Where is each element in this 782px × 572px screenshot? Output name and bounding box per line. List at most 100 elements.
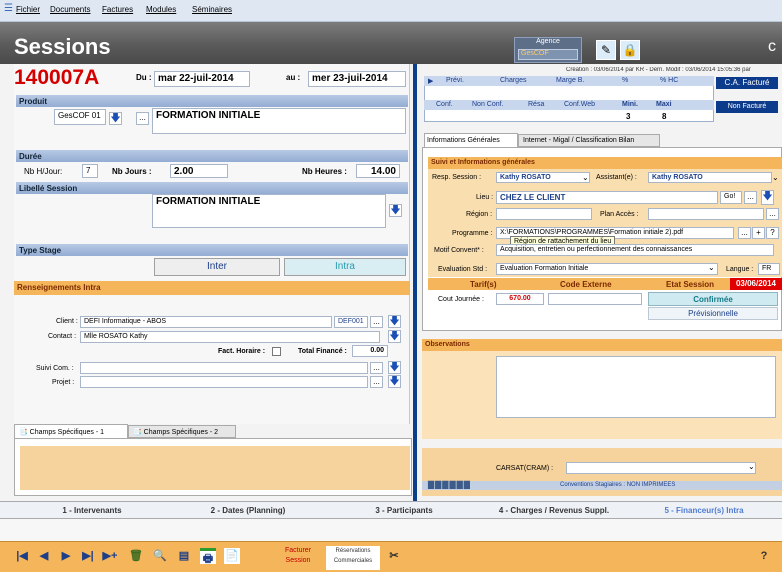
tab-participants[interactable]: 3 - Participants (326, 506, 482, 515)
tab-financeurs[interactable]: 5 - Financeur(s) Intra (626, 506, 782, 515)
resp-label: Resp. Session : (432, 174, 482, 181)
produit-lookup-button[interactable]: ... (136, 112, 149, 125)
region-field[interactable] (496, 208, 592, 220)
expand-icon[interactable]: ▶ (428, 77, 433, 85)
tab-dates[interactable]: 2 - Dates (Planning) (170, 506, 326, 515)
projet-arrow-icon[interactable]: 🡇 (388, 375, 401, 388)
client-lookup-button[interactable]: ... (370, 316, 383, 328)
produit-name-field[interactable]: FORMATION INITIALE (152, 108, 406, 134)
lieu-arrow-icon[interactable]: 🡇 (761, 190, 774, 205)
suivi-com-field[interactable] (80, 362, 368, 374)
nbheures-label: Nb Heures : (302, 167, 347, 176)
first-record-icon[interactable]: |◀ (14, 548, 30, 564)
menu-bar: ☰ Fichier Documents Factures Modules Sém… (0, 0, 782, 22)
delete-icon[interactable]: 🗑 (128, 548, 144, 564)
suivi-arrow-icon[interactable]: 🡇 (388, 361, 401, 374)
prog-add-button[interactable]: + (752, 227, 765, 239)
client-code-field[interactable]: DEF001 (334, 316, 368, 328)
tools-icon[interactable]: ✂ (386, 548, 402, 564)
produit-code-field[interactable]: GesCOF 01 (54, 109, 106, 125)
plan-lookup-button[interactable]: ... (766, 208, 779, 220)
tab-champs-2[interactable]: 📑 Champs Spécifiques - 2 (128, 425, 236, 438)
tab-intervenants[interactable]: 1 - Intervenants (14, 506, 170, 515)
next-record-icon[interactable]: ▶ (58, 548, 74, 564)
help-icon[interactable]: ? (756, 548, 772, 564)
menu-documents[interactable]: Documents (50, 5, 90, 14)
prog-lookup-button[interactable]: ... (738, 227, 751, 239)
libelle-arrow-icon[interactable]: 🡇 (389, 204, 402, 217)
au-label: au : (286, 73, 301, 82)
tab-champs-1[interactable]: 📑 Champs Spécifiques - 1 (14, 424, 128, 438)
date-end-field[interactable]: mer 23-juil-2014 (308, 71, 406, 87)
search-icon[interactable]: 🔍 (152, 548, 168, 564)
intra-button[interactable]: Intra (284, 258, 406, 276)
contact-field[interactable]: Mlle ROSATO Kathy (80, 331, 380, 343)
projet-lookup-button[interactable]: ... (370, 376, 383, 388)
carsat-dropdown-icon[interactable]: ⌄ (748, 462, 755, 471)
code-externe-field[interactable] (548, 293, 642, 305)
ca-facture-badge: C.A. Facturé (716, 77, 778, 89)
last-record-icon[interactable]: ▶| (80, 548, 96, 564)
carsat-select[interactable] (566, 462, 756, 474)
contact-arrow-icon[interactable]: 🡇 (388, 330, 401, 343)
close-icon[interactable]: c (768, 38, 776, 56)
reservations-button[interactable]: Réservations Commerciales (326, 546, 380, 570)
menu-fichier[interactable]: Fichier (16, 5, 40, 14)
tab-icon: 📑 (19, 429, 30, 436)
confirmee-button[interactable]: Confirmée (648, 292, 778, 306)
col-pct-hc: % HC (660, 77, 679, 84)
assist-select[interactable]: Kathy ROSATO (648, 172, 772, 183)
lock-icon[interactable]: 🔒 (620, 40, 640, 60)
app-menu-icon[interactable]: ☰ (4, 3, 13, 14)
eval-label: Evaluation Std : (438, 266, 488, 273)
session-number: 140007A (14, 66, 100, 89)
tab-charges[interactable]: 4 - Charges / Revenus Suppl. (476, 506, 632, 515)
col-mini: Mini. (622, 101, 638, 108)
tab-champs-2-label: Champs Spécifiques - 2 (143, 429, 218, 436)
print-icon[interactable]: 🖶 (200, 548, 216, 565)
list-icon[interactable]: ▤ (176, 548, 192, 564)
menu-modules[interactable]: Modules (146, 5, 176, 14)
facturer-button[interactable]: Facturer Session (276, 546, 320, 570)
projet-field[interactable] (80, 376, 368, 388)
motif-label: Motif Convent* : (434, 247, 484, 254)
new-record-icon[interactable]: ▶+ (102, 548, 118, 564)
prev-record-icon[interactable]: ◀ (36, 548, 52, 564)
client-arrow-icon[interactable]: 🡇 (388, 315, 401, 328)
observations-field[interactable] (496, 356, 776, 418)
resp-dropdown-icon[interactable]: ⌄ (582, 173, 589, 182)
total-finance-field[interactable]: 0.00 (352, 345, 388, 357)
langue-field[interactable]: FR (758, 263, 780, 275)
cout-field[interactable]: 670.00 (496, 293, 544, 305)
date-start-field[interactable]: mar 22-juil-2014 (154, 71, 250, 87)
nbh-field[interactable]: 7 (82, 164, 98, 178)
libelle-field[interactable]: FORMATION INITIALE (152, 194, 386, 228)
tab-infos-generales[interactable]: Informations Générales (424, 133, 518, 147)
agence-select[interactable]: GesCOF (518, 49, 578, 60)
motif-select[interactable]: Acquisition, entretien ou perfectionneme… (496, 244, 774, 256)
eval-select[interactable]: Evaluation Formation Initiale (496, 263, 718, 275)
eval-dropdown-icon[interactable]: ⌄ (708, 263, 715, 272)
previsionnelle-button[interactable]: Prévisionnelle (648, 307, 778, 320)
nbj-field[interactable]: 2.00 (170, 164, 228, 178)
client-field[interactable]: DEFI Informatique - ABOS (80, 316, 332, 328)
go-button[interactable]: Go! (720, 191, 742, 204)
conventions-text: Conventions Stagiaires : NON IMPRIMEES (560, 482, 676, 488)
lieu-field[interactable]: CHEZ LE CLIENT (496, 191, 718, 204)
assist-dropdown-icon[interactable]: ⌄ (772, 173, 779, 182)
produit-header: Produit (16, 95, 408, 107)
lieu-lookup-button[interactable]: ... (744, 191, 757, 204)
menu-factures[interactable]: Factures (102, 5, 133, 14)
edit-icon[interactable]: ✎ (596, 40, 616, 60)
produit-arrow-icon[interactable]: 🡇 (109, 112, 122, 125)
inter-button[interactable]: Inter (154, 258, 280, 276)
nbheures-field[interactable]: 14.00 (356, 164, 400, 178)
fact-horaire-checkbox[interactable] (272, 347, 281, 356)
suivi-lookup-button[interactable]: ... (370, 362, 383, 374)
resp-select[interactable]: Kathy ROSATO (496, 172, 590, 183)
menu-seminaires[interactable]: Séminaires (192, 5, 232, 14)
plan-field[interactable] (648, 208, 764, 220)
tab-internet-migal[interactable]: Internet - Migal / Classification Bilan (518, 134, 660, 147)
prog-help-button[interactable]: ? (766, 227, 779, 239)
document-icon[interactable]: 📄 (224, 548, 240, 564)
